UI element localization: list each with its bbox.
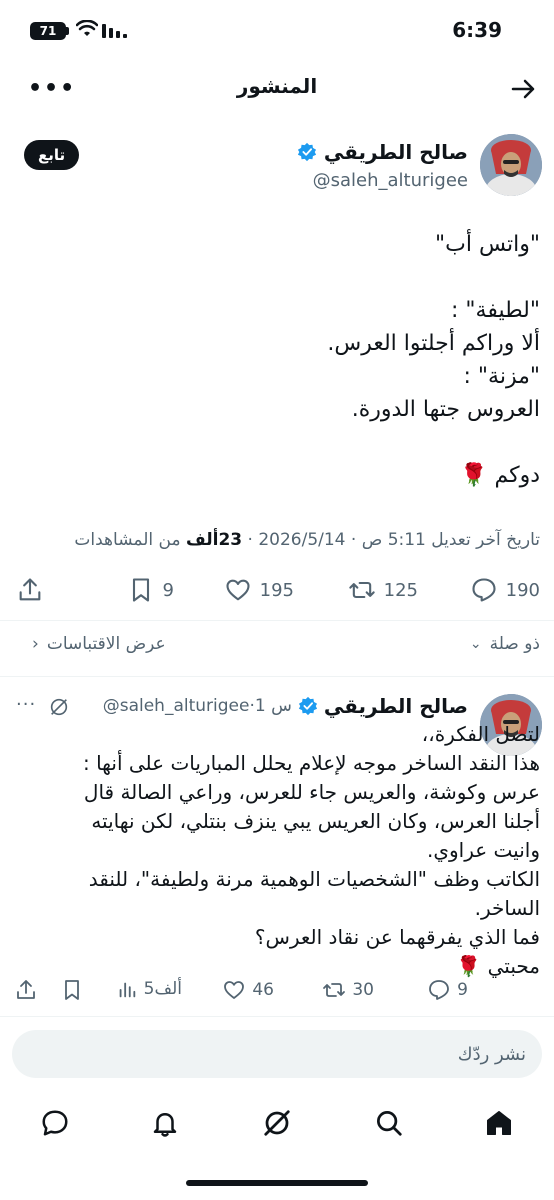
- reply-composer-placeholder: نشر ردّك: [457, 1044, 526, 1065]
- reply-views-count: 5ألف: [143, 979, 182, 999]
- post-actions-bar: 190 125 195 9: [0, 574, 554, 606]
- reply-actions-bar: 9 30 46 5ألف: [0, 976, 554, 1006]
- author-avatar[interactable]: [480, 134, 542, 196]
- bookmark-icon: [132, 578, 149, 602]
- like-button[interactable]: 195: [224, 576, 294, 604]
- verified-badge-icon: [298, 696, 317, 716]
- post-line: "مزنة" :: [463, 364, 540, 389]
- reply-reply-button[interactable]: 9: [427, 978, 468, 1002]
- reply-views-button[interactable]: 5ألف: [116, 978, 182, 1000]
- reply-reply-count: 9: [457, 980, 468, 1000]
- chevron-down-icon: ⌄: [469, 636, 482, 652]
- reply-like-button[interactable]: 46: [222, 978, 274, 1002]
- bottom-nav: [0, 1098, 554, 1148]
- edited-time[interactable]: تاريخ آخر تعديل 5:11 ص: [362, 530, 540, 550]
- views-chart-icon: [119, 982, 135, 998]
- home-icon[interactable]: [484, 1108, 514, 1138]
- battery-icon: 71: [30, 22, 66, 40]
- repost-count: 125: [383, 579, 418, 601]
- bookmark-icon: [65, 980, 79, 1000]
- follow-button[interactable]: تابع: [24, 140, 80, 170]
- reply-icon: [429, 980, 450, 1000]
- reply-line: هذا النقد الساخر موجه لإعلام يحلل المبار…: [82, 751, 540, 775]
- divider: [0, 676, 554, 677]
- post-meta: تاريخ آخر تعديل 5:11 ص · 2026/5/14 · 23أ…: [74, 530, 540, 550]
- heart-icon: [226, 579, 250, 601]
- post-line: [20, 426, 540, 459]
- repost-button[interactable]: 125: [348, 576, 418, 604]
- post-line: "واتس أب": [435, 232, 540, 257]
- battery-tip: [66, 27, 69, 35]
- reply-share-button[interactable]: [14, 978, 38, 1002]
- reply-line: الكاتب وظف "الشخصيات الوهمية مرنة ولطيفة…: [88, 867, 540, 891]
- reply-line: وانيت عراوي.: [426, 838, 540, 862]
- related-label: ذو صلة: [489, 634, 540, 654]
- cell-signal-icon: [102, 24, 127, 38]
- reply-bookmark-button[interactable]: [60, 978, 84, 1002]
- grok-icon[interactable]: [48, 696, 70, 718]
- wifi-icon: [76, 20, 98, 36]
- reply-like-count: 46: [252, 980, 274, 1000]
- heart-icon: [224, 981, 245, 999]
- post-date: 2026/5/14: [258, 530, 346, 550]
- reply-icon: [472, 578, 496, 602]
- post-line: ألا وراكم أجلتوا العرس.: [327, 331, 540, 356]
- reply-line: فما الذي يفرقهما عن نقاد العرس؟: [254, 925, 540, 949]
- repost-icon: [323, 983, 346, 997]
- repost-icon: [348, 581, 375, 599]
- search-icon[interactable]: [374, 1108, 404, 1138]
- reply-handle-time[interactable]: @saleh_alturigee·1 س: [103, 696, 292, 716]
- like-count: 195: [259, 579, 294, 601]
- status-time: 6:39: [452, 18, 502, 42]
- reply-repost-count: 30: [352, 980, 374, 1000]
- author-name-text: صالح الطريقي: [323, 140, 468, 164]
- page-title: المنشور: [236, 74, 318, 98]
- grok-icon[interactable]: [262, 1108, 292, 1138]
- views-label: من المشاهدات: [74, 530, 181, 550]
- divider: [0, 1016, 554, 1017]
- post-body: "واتس أب" "لطيفة" : ألا وراكم أجلتوا الع…: [20, 228, 540, 492]
- author-handle[interactable]: @saleh_alturigee: [313, 170, 468, 191]
- reply-line: أجلنا العرس، وكان العريس يبي ينزف بنتلي،…: [91, 809, 540, 833]
- notifications-bell-icon[interactable]: [150, 1108, 180, 1138]
- share-icon: [19, 578, 41, 601]
- chevron-left-icon: ‹: [32, 634, 39, 654]
- reply-count: 190: [505, 579, 540, 601]
- bookmark-button[interactable]: 9: [127, 576, 174, 604]
- author-name[interactable]: صالح الطريقي: [297, 140, 468, 164]
- views-count: 23ألف: [185, 530, 243, 550]
- post-line: دوكم 🌹: [460, 463, 540, 488]
- bookmark-count: 9: [162, 579, 174, 601]
- related-dropdown[interactable]: ذو صلة ⌄: [470, 634, 540, 654]
- reply-line: عرس وكوشة، والعريس جاء للعرس، وراعي الصا…: [83, 780, 540, 804]
- reply-button[interactable]: 190: [470, 576, 540, 604]
- more-options-icon[interactable]: •••: [28, 76, 76, 101]
- share-icon: [17, 980, 35, 999]
- share-button[interactable]: [16, 576, 44, 604]
- home-indicator: [186, 1180, 368, 1186]
- reply-repost-button[interactable]: 30: [322, 978, 374, 1002]
- reply-line: لتصل الفكرة،،: [421, 722, 540, 746]
- verified-badge-icon: [297, 142, 316, 162]
- reply-line: الساخر.: [474, 896, 540, 920]
- post-line: "لطيفة" :: [451, 298, 540, 323]
- reply-author-name[interactable]: صالح الطريقي: [324, 694, 468, 718]
- view-quotes-link[interactable]: عرض الاقتباسات ‹: [32, 634, 166, 654]
- divider: [0, 620, 554, 621]
- reply-header: صالح الطريقي @saleh_alturigee·1 س: [103, 694, 468, 718]
- post-line: العروس جتها الدورة.: [351, 397, 540, 422]
- back-arrow-icon[interactable]: [510, 76, 536, 102]
- quotes-label: عرض الاقتباسات: [46, 634, 166, 654]
- post-line: [20, 261, 540, 294]
- reply-body: لتصل الفكرة،، هذا النقد الساخر موجه لإعل…: [10, 720, 540, 981]
- messages-icon[interactable]: [40, 1108, 70, 1138]
- reply-more-icon[interactable]: ···: [16, 694, 36, 715]
